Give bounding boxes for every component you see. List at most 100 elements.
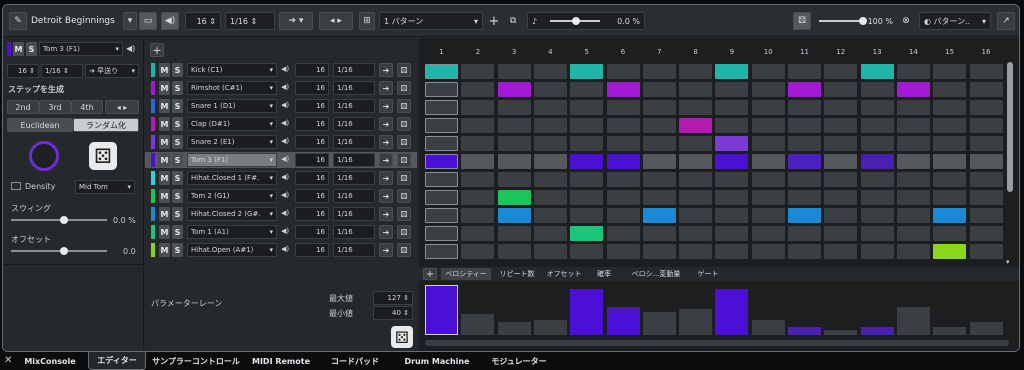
track-steps-field[interactable]: 16: [295, 135, 329, 149]
track-solo-button[interactable]: S: [172, 189, 183, 203]
step-cell[interactable]: [606, 100, 640, 115]
track-dice-icon[interactable]: ⚄: [397, 189, 411, 203]
step-cell[interactable]: [461, 118, 495, 133]
euclidean-tab[interactable]: Euclidean: [7, 118, 73, 132]
step-cell[interactable]: [751, 172, 785, 187]
track-res-field[interactable]: 1/16: [333, 243, 375, 257]
track-dice-icon[interactable]: ⚄: [397, 243, 411, 257]
lane-dice-icon[interactable]: ⚄: [391, 326, 413, 348]
step-cell[interactable]: [896, 82, 930, 97]
track-dice-icon[interactable]: ⚄: [397, 171, 411, 185]
grid-icon[interactable]: ⊞: [359, 12, 375, 30]
velocity-bar[interactable]: [533, 320, 567, 335]
step-cell[interactable]: [969, 244, 1003, 259]
track-solo-button[interactable]: S: [172, 171, 183, 185]
step-cell[interactable]: [461, 154, 495, 169]
track-direction-icon[interactable]: ➔: [379, 243, 393, 257]
track-res-field[interactable]: 1/16: [333, 135, 375, 149]
lane-tab[interactable]: リピート数: [495, 268, 539, 280]
velocity-bar[interactable]: [860, 327, 894, 335]
step-cell[interactable]: [533, 64, 567, 79]
step-cell[interactable]: [896, 64, 930, 79]
track-mute-button[interactable]: M: [159, 63, 170, 77]
track-mute-button[interactable]: M: [159, 81, 170, 95]
track-row[interactable]: M S Hihat.Open (A#1) ▾ ◀) 16 1/16 ➔ ⚄: [145, 242, 417, 258]
step-cell[interactable]: [896, 172, 930, 187]
step-cell[interactable]: [969, 136, 1003, 151]
track-res-field[interactable]: 1/16: [333, 81, 375, 95]
step-cell[interactable]: [425, 244, 458, 259]
step-cell[interactable]: [679, 226, 713, 241]
step-cell[interactable]: [533, 136, 567, 151]
step-cell[interactable]: [788, 172, 821, 187]
step-cell[interactable]: [896, 190, 930, 205]
track-row[interactable]: M S Tom 1 (A1) ▾ ◀) 16 1/16 ➔ ⚄: [145, 224, 417, 240]
step-cell[interactable]: [788, 208, 821, 223]
step-cell[interactable]: [425, 226, 458, 241]
offset-thumb[interactable]: [60, 247, 68, 255]
step-cell[interactable]: [642, 208, 676, 223]
step-cell[interactable]: [788, 190, 821, 205]
track-dice-icon[interactable]: ⚄: [397, 99, 411, 113]
track-dice-icon[interactable]: ⚄: [397, 135, 411, 149]
track-steps-field[interactable]: 16: [295, 117, 329, 131]
track-row[interactable]: M S Snare 1 (D1) ▾ ◀) 16 1/16 ➔ ⚄: [145, 98, 417, 114]
step-cell[interactable]: [570, 118, 604, 133]
track-direction-icon[interactable]: ➔: [379, 189, 393, 203]
track-direction-icon[interactable]: ➔: [379, 63, 393, 77]
step-cell[interactable]: [642, 64, 676, 79]
step-cell[interactable]: [570, 64, 604, 79]
step-cell[interactable]: [425, 100, 458, 115]
velocity-bar[interactable]: [933, 327, 967, 335]
step-cell[interactable]: [679, 64, 713, 79]
track-direction-icon[interactable]: ➔: [379, 99, 393, 113]
add-track-icon[interactable]: +: [150, 43, 164, 57]
step-cell[interactable]: [715, 82, 749, 97]
track-name-select[interactable]: Rimshot (C#1) ▾: [187, 81, 277, 95]
swing-thumb[interactable]: [572, 17, 580, 25]
track-row[interactable]: M S Hihat.Closed 1 (F#. ▾ ◀) 16 1/16 ➔ ⚄: [145, 170, 417, 186]
step-cell[interactable]: [461, 136, 495, 151]
step-cell[interactable]: [679, 190, 713, 205]
step-cell[interactable]: [642, 190, 676, 205]
step-cell[interactable]: [751, 208, 785, 223]
horizontal-scrollbar[interactable]: [425, 340, 1009, 346]
track-name-select[interactable]: Hihat.Open (A#1) ▾: [187, 243, 277, 257]
track-name-select[interactable]: Tom 2 (G1) ▾: [187, 189, 277, 203]
lane-tab[interactable]: ベロシ...変動量: [623, 268, 689, 280]
step-cell[interactable]: [570, 226, 604, 241]
step-cell[interactable]: [642, 244, 676, 259]
step-cell[interactable]: [788, 118, 821, 133]
step-cell[interactable]: [824, 82, 858, 97]
step-cell[interactable]: [679, 244, 713, 259]
step-cell[interactable]: [751, 244, 785, 259]
step-cell[interactable]: [425, 190, 458, 205]
step-cell[interactable]: [824, 226, 858, 241]
step-cell[interactable]: [606, 172, 640, 187]
step-cell[interactable]: [606, 190, 640, 205]
step-cell[interactable]: [751, 190, 785, 205]
expand-icon[interactable]: ↗: [997, 12, 1015, 30]
step-cell[interactable]: [461, 226, 495, 241]
step-cell[interactable]: [570, 208, 604, 223]
dice-icon[interactable]: ⚄: [89, 142, 117, 170]
track-speaker-icon[interactable]: ◀): [281, 227, 289, 235]
density-checkbox[interactable]: [11, 182, 21, 190]
step-cell[interactable]: [896, 208, 930, 223]
step-cell[interactable]: [824, 118, 858, 133]
step-cell[interactable]: [715, 226, 749, 241]
step-cell[interactable]: [715, 118, 749, 133]
step-cell[interactable]: [896, 100, 930, 115]
step-cell[interactable]: [497, 190, 531, 205]
step-cell[interactable]: [896, 154, 930, 169]
step-cell[interactable]: [425, 208, 458, 223]
velocity-bar[interactable]: [969, 322, 1003, 335]
velocity-slider[interactable]: 100 %: [815, 12, 897, 30]
steps-field[interactable]: 16 ⇕: [185, 12, 221, 30]
step-cell[interactable]: [642, 82, 676, 97]
lane-tab[interactable]: ゲート: [693, 268, 723, 280]
track-solo-button[interactable]: S: [172, 81, 183, 95]
step-cell[interactable]: [679, 208, 713, 223]
step-cell[interactable]: [497, 100, 531, 115]
step-cell[interactable]: [533, 190, 567, 205]
